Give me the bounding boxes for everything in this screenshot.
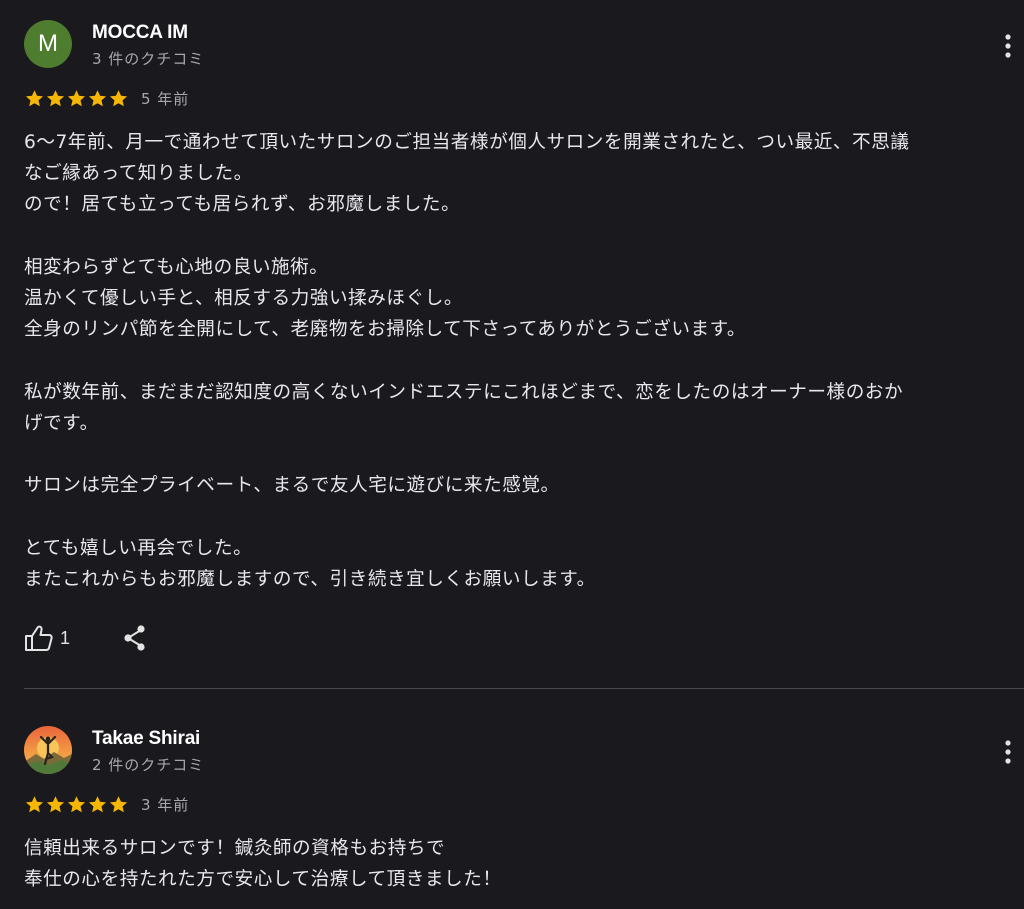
share-button[interactable] <box>122 624 148 652</box>
review-text-line: 信頼出来るサロンです！鍼灸師の資格もお持ちで <box>24 838 446 859</box>
avatar[interactable] <box>24 726 72 774</box>
star-icon <box>67 795 86 812</box>
author-name[interactable]: MOCCA IM <box>92 22 188 44</box>
review-text-line: 相変わらずとても心地の良い施術。 <box>24 256 329 278</box>
star-icon <box>25 89 44 106</box>
star-icon <box>46 89 65 106</box>
review-text-line: ので！居ても立っても居られず、お邪魔しました。 <box>24 194 461 216</box>
review-text-line: またこれからもお邪魔しますので、引き続き宜しくお願いします。 <box>24 568 596 590</box>
review-divider <box>24 688 1024 689</box>
like-count: 1 <box>60 627 71 648</box>
star-icon <box>109 795 128 812</box>
author-name[interactable]: Takae Shirai <box>92 728 200 750</box>
review-text: 信頼出来るサロンです！鍼灸師の資格もお持ちで 奉仕の心を持たれた方で安心して治療… <box>24 833 1024 895</box>
review-text-line: なご縁あって知りました。 <box>24 163 253 185</box>
more-options-button[interactable] <box>996 32 1020 60</box>
review-text-line: 6〜7年前、月一で通わせて頂いたサロンのご担当者様が個人サロンを開業されたと、つ… <box>24 132 910 153</box>
more-options-button[interactable] <box>996 738 1020 766</box>
thumbs-up-icon <box>25 625 53 651</box>
share-icon <box>124 625 145 651</box>
avatar[interactable]: M <box>24 20 72 68</box>
rating-row: 5 年前 <box>24 87 189 109</box>
review-text-line: 温かくて優しい手と、相反する力強い揉みほぐし。 <box>24 288 464 309</box>
review-count[interactable]: 3 件のクチコミ <box>92 48 204 69</box>
yoga-sunset-image <box>24 726 72 774</box>
star-icon <box>46 795 65 812</box>
avatar-letter: M <box>38 30 58 57</box>
rating-row: 3 年前 <box>24 793 189 815</box>
star-rating <box>24 794 129 815</box>
star-icon <box>88 795 107 812</box>
review-text-line <box>24 501 1024 532</box>
star-icon <box>25 795 44 812</box>
star-icon <box>67 89 86 106</box>
review-date: 3 年前 <box>141 795 190 814</box>
more-vert-icon <box>1005 34 1011 58</box>
review-text-line: とても嬉しい再会でした。 <box>24 537 253 559</box>
star-icon <box>88 89 107 106</box>
review-text-line: 奉仕の心を持たれた方で安心して治療して頂きました！ <box>24 869 502 891</box>
review-text-line <box>24 221 1024 252</box>
star-rating <box>24 88 129 109</box>
review-text-line: サロンは完全プライベート、まるで友人宅に遊びに来た感覚。 <box>24 475 560 497</box>
review-text-line: 全身のリンパ節を全開にして、老廃物をお掃除して下さってありがとうございます。 <box>24 319 747 341</box>
review-actions: 1 <box>24 623 148 653</box>
review-text-line <box>24 345 1024 376</box>
review-text-line <box>24 439 1024 470</box>
review-text: 6〜7年前、月一で通わせて頂いたサロンのご担当者様が個人サロンを開業されたと、つ… <box>24 127 1024 595</box>
like-button[interactable]: 1 <box>24 624 70 652</box>
review-text-line: 私が数年前、まだまだ認知度の高くないインドエステにこれほどまで、恋をしたのはオー… <box>24 381 904 403</box>
review-text-line: げです。 <box>24 412 99 434</box>
review-date: 5 年前 <box>141 89 190 108</box>
review-count[interactable]: 2 件のクチコミ <box>92 754 204 775</box>
star-icon <box>109 89 128 106</box>
more-vert-icon <box>1005 740 1011 764</box>
